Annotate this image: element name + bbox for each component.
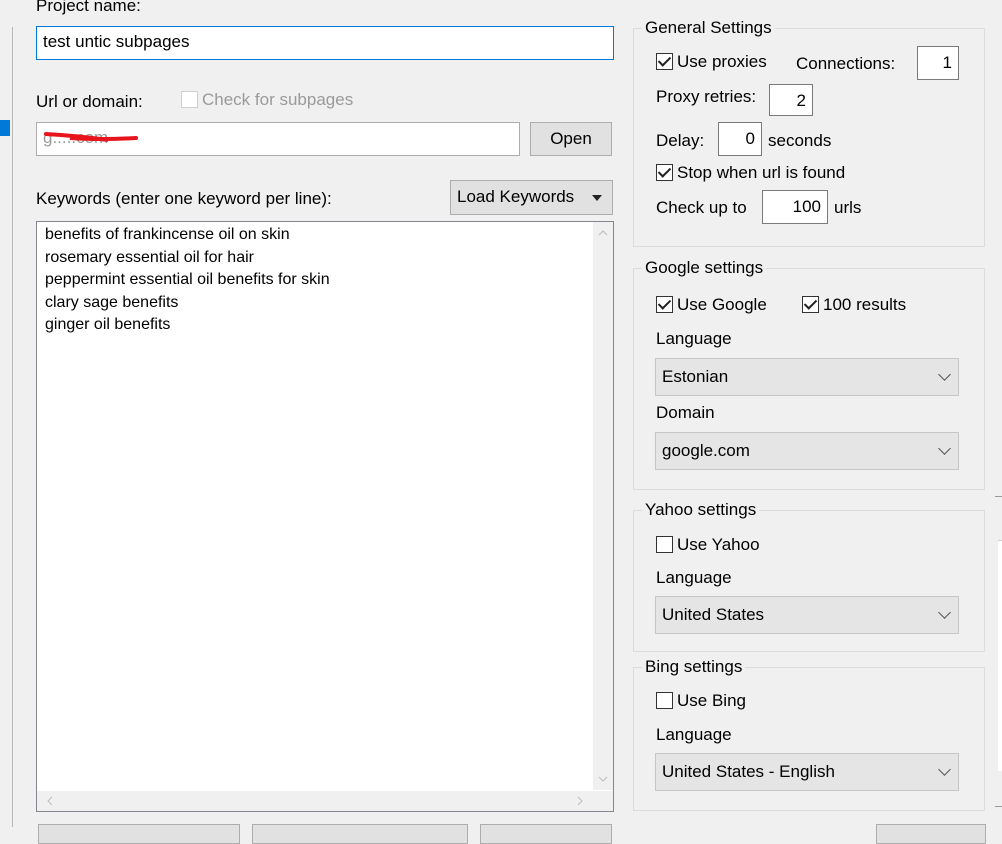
- keyword-line: clary sage benefits: [45, 293, 179, 311]
- proxy-retries-label: Proxy retries:: [656, 87, 757, 106]
- scroll-down-arrow-icon[interactable]: [598, 776, 608, 782]
- right-edge-table: [998, 540, 1002, 771]
- open-button[interactable]: Open: [530, 122, 612, 156]
- keyword-line: peppermint essential oil benefits for sk…: [45, 271, 330, 288]
- chevron-down-icon: [938, 368, 951, 381]
- yahoo-language-label: Language: [656, 568, 732, 587]
- check-up-to-input[interactable]: 100: [762, 190, 828, 224]
- horizontal-scrollbar[interactable]: [37, 791, 593, 811]
- url-label: Url or domain:: [36, 92, 143, 111]
- check-subpages-checkbox[interactable]: Check for subpages: [181, 90, 353, 110]
- use-google-label: Use Google: [677, 295, 767, 314]
- use-bing-checkbox[interactable]: Use Bing: [656, 691, 746, 711]
- google-language-label: Language: [656, 329, 732, 348]
- vertical-scrollbar[interactable]: [593, 222, 613, 790]
- keyword-line: rosemary essential oil for hair: [45, 248, 254, 266]
- checkmark-icon[interactable]: [802, 296, 819, 313]
- bottom-button-2[interactable]: [252, 824, 468, 844]
- check-up-to-label: Check up to: [656, 198, 747, 217]
- use-yahoo-checkbox[interactable]: Use Yahoo: [656, 535, 760, 555]
- google-100-results-label: 100 results: [823, 295, 907, 314]
- bottom-button-3[interactable]: [480, 824, 612, 844]
- yahoo-settings-title: Yahoo settings: [642, 500, 760, 520]
- use-google-checkbox[interactable]: Use Google: [656, 295, 767, 315]
- scroll-up-arrow-icon[interactable]: [598, 230, 608, 236]
- google-language-select[interactable]: Estonian: [655, 358, 959, 396]
- google-domain-label: Domain: [656, 403, 715, 422]
- unchecked-box-icon[interactable]: [656, 692, 673, 709]
- google-settings-title: Google settings: [642, 258, 767, 278]
- load-keywords-label: Load Keywords: [457, 187, 575, 206]
- scroll-right-arrow-icon[interactable]: [577, 796, 583, 806]
- project-name-input[interactable]: test untic subpages: [36, 26, 614, 60]
- right-edge-line-top: [995, 496, 1002, 497]
- unchecked-box-icon[interactable]: [656, 536, 673, 553]
- keyword-line: ginger oil benefits: [45, 316, 171, 333]
- use-bing-label: Use Bing: [677, 691, 746, 710]
- delay-label: Delay:: [656, 131, 705, 150]
- use-yahoo-label: Use Yahoo: [677, 535, 760, 554]
- checkmark-icon[interactable]: [656, 296, 673, 313]
- delay-input[interactable]: 0: [718, 122, 762, 156]
- chevron-down-icon: [938, 606, 951, 619]
- chevron-down-icon: [938, 442, 951, 455]
- right-edge-line-bottom: [995, 806, 1002, 807]
- check-subpages-label: Check for subpages: [202, 90, 354, 109]
- google-domain-select[interactable]: google.com: [655, 432, 959, 470]
- google-language-value: Estonian: [662, 367, 729, 386]
- use-proxies-checkbox[interactable]: Use proxies: [656, 52, 767, 72]
- connections-input[interactable]: 1: [917, 46, 959, 80]
- dropdown-arrow-icon: [592, 195, 602, 201]
- checkmark-icon[interactable]: [656, 164, 673, 181]
- check-subpages-box[interactable]: [181, 91, 198, 108]
- checkmark-icon[interactable]: [656, 53, 673, 70]
- keywords-textarea[interactable]: benefits of frankincense oil on skin ros…: [36, 221, 614, 812]
- bottom-button-4[interactable]: [876, 824, 986, 844]
- check-up-to-unit-label: urls: [834, 198, 862, 217]
- stop-when-found-label: Stop when url is found: [677, 163, 846, 182]
- chevron-down-icon: [938, 763, 951, 776]
- google-domain-value: google.com: [662, 441, 750, 460]
- delay-unit-label: seconds: [768, 131, 832, 150]
- bing-language-value: United States - English: [662, 762, 835, 781]
- yahoo-language-value: United States: [662, 605, 765, 624]
- bing-language-select[interactable]: United States - English: [655, 753, 959, 791]
- keywords-list: benefits of frankincense oil on skin ros…: [45, 224, 330, 337]
- redaction-scribble: [44, 132, 138, 142]
- proxy-retries-input[interactable]: 2: [769, 84, 813, 116]
- google-100-results-checkbox[interactable]: 100 results: [802, 295, 906, 315]
- project-name-label: Project name:: [36, 0, 141, 15]
- general-settings-title: General Settings: [642, 18, 775, 38]
- connections-label: Connections:: [796, 54, 896, 73]
- keywords-label: Keywords (enter one keyword per line):: [36, 189, 332, 208]
- bing-language-label: Language: [656, 725, 732, 744]
- keyword-line: benefits of frankincense oil on skin: [45, 226, 290, 243]
- load-keywords-button[interactable]: Load Keywords: [450, 180, 613, 215]
- bing-settings-title: Bing settings: [642, 657, 746, 677]
- selection-indicator: [0, 120, 10, 136]
- bottom-button-1[interactable]: [38, 824, 240, 844]
- scroll-left-arrow-icon[interactable]: [47, 796, 53, 806]
- stop-when-found-checkbox[interactable]: Stop when url is found: [656, 163, 845, 183]
- scrollbar-corner: [593, 791, 613, 811]
- yahoo-language-select[interactable]: United States: [655, 596, 959, 634]
- use-proxies-label: Use proxies: [677, 52, 767, 71]
- left-panel-edge: [0, 27, 13, 827]
